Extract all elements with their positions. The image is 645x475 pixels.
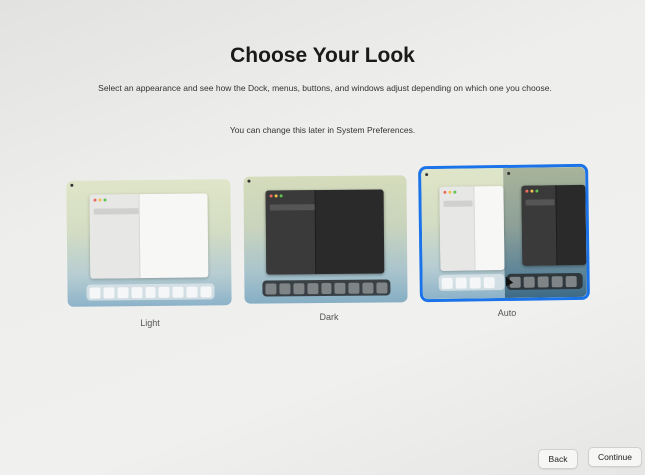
preview-window-light [89,193,209,279]
appearance-option-light[interactable] [66,179,232,307]
menubar-dot [70,183,74,187]
back-button[interactable]: Back [538,449,578,469]
page-note: You can change this later in System Pref… [229,125,416,135]
preview-dock-light [438,273,505,291]
page-subtitle: Select an appearance and see how the Doc… [98,83,552,93]
preview-window-light [439,186,505,271]
preview-window-dark [521,184,587,266]
menubar-dot [247,179,251,183]
menubar-dot [507,171,511,175]
appearance-option-dark[interactable] [243,175,408,304]
page-title: Choose Your Look [230,44,415,67]
preview-dock-dark [506,272,583,290]
option-label-dark: Dark [319,312,339,322]
menubar-dot [425,173,429,177]
continue-button[interactable]: Continue [588,447,642,467]
preview-dock-light [86,283,215,301]
setup-screen: { "header": { "title": "Choose Your Look… [0,0,645,475]
option-label-auto: Auto [497,308,517,318]
appearance-option-auto[interactable] [421,166,587,300]
preview-window-dark [265,189,385,275]
option-label-light: Light [140,318,160,328]
preview-dock-dark [262,279,391,297]
